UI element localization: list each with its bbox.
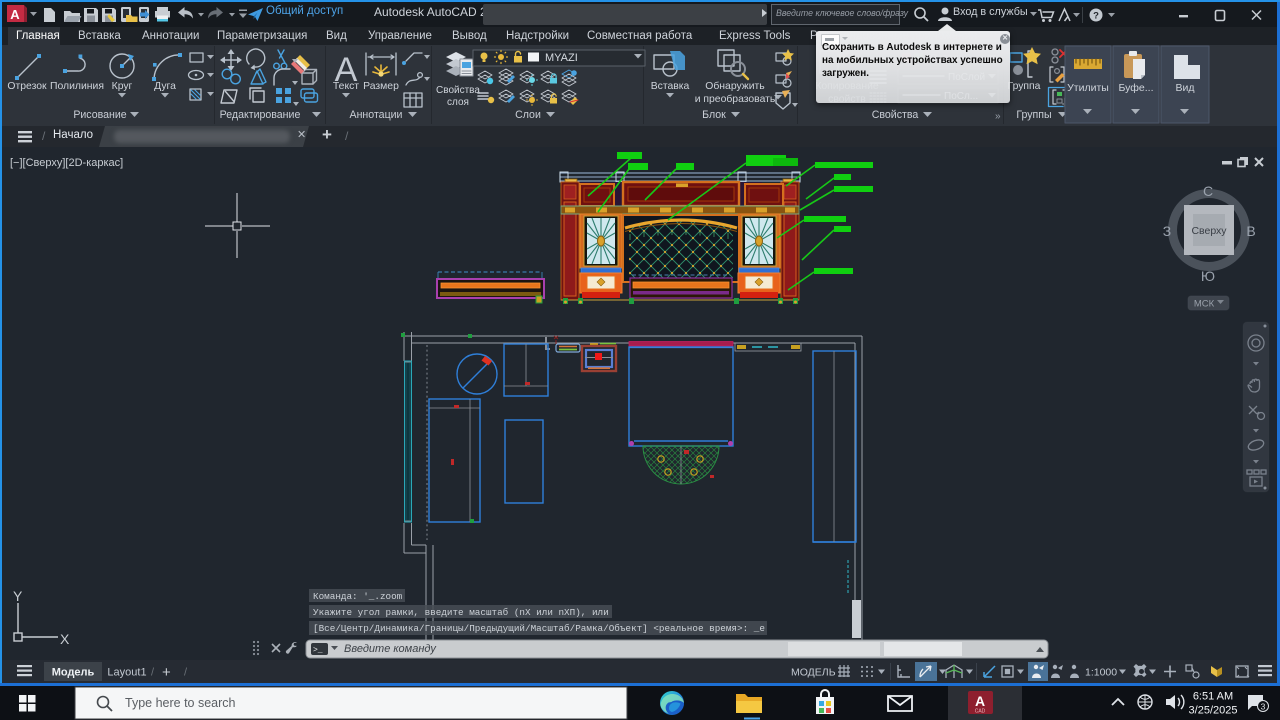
svg-text:Отрезок: Отрезок [7,81,47,92]
svg-text:Утилиты: Утилиты [1067,82,1109,94]
svg-text:С: С [1203,183,1213,199]
svg-text:слоя: слоя [447,97,469,108]
svg-text:Аннотации: Аннотации [350,109,403,121]
svg-text:»: » [995,111,1001,122]
svg-text:Команда: '_.zoom: Команда: '_.zoom [313,591,403,602]
svg-text:A: A [10,7,20,22]
svg-text:Текст: Текст [333,81,359,92]
svg-text:В: В [1246,223,1255,239]
svg-text:Круг: Круг [112,81,133,92]
svg-text:Y: Y [13,588,23,604]
svg-text:Свойства: Свойства [436,85,480,96]
svg-text:>_: >_ [313,646,323,655]
svg-text:МСК: МСК [1194,299,1215,310]
svg-text:Размер: Размер [363,81,399,92]
svg-text:3/25/2025: 3/25/2025 [1189,705,1238,717]
svg-text:Модель: Модель [52,667,95,679]
svg-text:3: 3 [1261,702,1266,712]
svg-text:X: X [60,631,70,647]
svg-text:CAD: CAD [975,709,986,715]
svg-text:и преобразовать: и преобразовать [695,93,776,105]
svg-text:Type here to search: Type here to search [125,696,236,710]
svg-text:Укажите угол рамки, введите ма: Укажите угол рамки, введите масштаб (nX … [313,607,609,618]
svg-text:Дуга: Дуга [154,81,176,92]
svg-text:Блок: Блок [702,109,726,121]
svg-text:Введите команду: Введите команду [344,643,437,655]
svg-text:MYAZI: MYAZI [545,52,578,64]
svg-text:Сверху: Сверху [1191,225,1227,237]
svg-text:1:1000: 1:1000 [1085,667,1117,679]
svg-text:Группы: Группы [1016,109,1051,121]
svg-text:Вид: Вид [1176,82,1195,94]
svg-text:Обнаружить: Обнаружить [705,80,764,92]
svg-text:Группа: Группа [1008,81,1041,92]
svg-text:/: / [184,667,188,679]
svg-text:Ю: Ю [1201,268,1215,284]
svg-text:Буфе...: Буфе... [1118,82,1153,94]
svg-text:/: / [151,667,155,679]
svg-text:З: З [1163,223,1171,239]
svg-text:A: A [975,693,985,709]
svg-text:Редактирование: Редактирование [220,109,301,121]
svg-text:Свойства: Свойства [872,109,919,121]
svg-text:Слои: Слои [515,109,541,121]
svg-text:[Все/Центр/Динамика/Границы/Пр: [Все/Центр/Динамика/Границы/Предыдущий/М… [313,623,765,634]
svg-text:[−][Сверху][2D-каркас]: [−][Сверху][2D-каркас] [10,157,123,169]
svg-text:МОДЕЛЬ: МОДЕЛЬ [791,667,836,679]
svg-text:6:51 AM: 6:51 AM [1193,691,1233,703]
svg-text:Рисование: Рисование [73,109,126,121]
svg-text:Полилиния: Полилиния [50,81,104,92]
svg-text:Вставка: Вставка [651,81,690,92]
svg-text:Layout1: Layout1 [107,667,146,679]
svg-text:+: + [162,664,171,681]
